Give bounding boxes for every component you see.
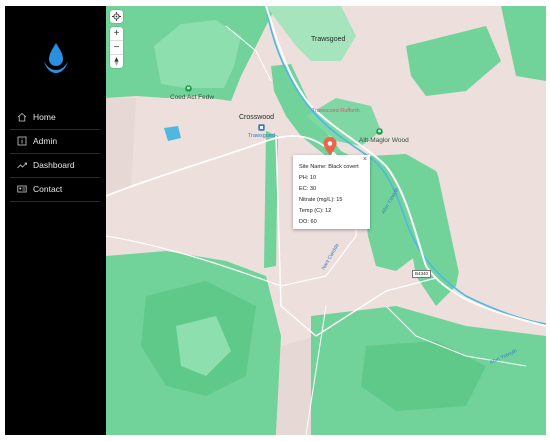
popup-site-name: Site Name: Black covert — [299, 164, 359, 170]
popup-do: DO: 60 — [299, 219, 317, 225]
nav-contact-label: Contact — [33, 184, 63, 194]
nav-divider — [10, 129, 100, 130]
nav-divider — [10, 201, 100, 202]
nav-contact[interactable]: Contact — [17, 180, 102, 198]
home-icon — [17, 112, 27, 122]
place-label-coed-act-fedw: Coed Act Fedw — [170, 94, 215, 101]
zoom-out-button[interactable]: − — [110, 41, 123, 54]
nav-dashboard-label: Dashboard — [33, 160, 75, 170]
popup-ph: PH: 10 — [299, 175, 317, 181]
nav-admin[interactable]: Admin — [17, 132, 102, 150]
popup-nitrate: Nitrate (mg/L): 15 — [299, 197, 343, 203]
nav-home-label: Home — [33, 112, 56, 122]
sidebar: Home Admin Dashboard Contact — [5, 6, 106, 435]
zoom-in-button[interactable]: + — [110, 27, 123, 40]
nav-divider — [10, 177, 100, 178]
site-info-popup: × Site Name: Black covert PH: 10 EC: 30 … — [293, 155, 370, 229]
map-view[interactable]: Trawsgoed Coed Act Fedw Crosswood Trawsg… — [106, 6, 546, 435]
zoom-control: + − — [110, 27, 123, 68]
park-icon[interactable] — [376, 128, 383, 135]
locate-icon — [112, 12, 121, 21]
building-icon[interactable] — [258, 124, 265, 131]
road-number-badge: B4340 — [412, 270, 432, 278]
park-icon[interactable] — [185, 85, 192, 92]
nav-dashboard[interactable]: Dashboard — [17, 156, 102, 174]
nav-admin-label: Admin — [33, 136, 58, 146]
place-label-trawscoed: Trawscoed Rufforth — [312, 108, 360, 114]
trend-icon — [17, 162, 27, 169]
place-label-trawsgoed: Trawsgoed — [311, 36, 346, 43]
popup-close-button[interactable]: × — [363, 156, 367, 163]
contact-card-icon — [17, 185, 27, 193]
nav-home[interactable]: Home — [17, 108, 102, 126]
compass-icon — [114, 57, 119, 66]
place-label-allt-wood: Allt-Maglor Wood — [359, 137, 409, 144]
popup-ec: EC: 30 — [299, 186, 317, 192]
info-icon — [17, 136, 27, 146]
water-drop-logo[interactable] — [39, 41, 73, 77]
locate-control[interactable] — [110, 10, 123, 23]
locate-button[interactable] — [110, 10, 123, 23]
compass-button[interactable] — [110, 55, 123, 68]
place-label-trawsgoed-small: Trawsgoed — [248, 133, 276, 139]
popup-temp: Temp (C): 12 — [299, 208, 332, 214]
nav-divider — [10, 153, 100, 154]
place-label-crosswood: Crosswood — [239, 114, 275, 121]
